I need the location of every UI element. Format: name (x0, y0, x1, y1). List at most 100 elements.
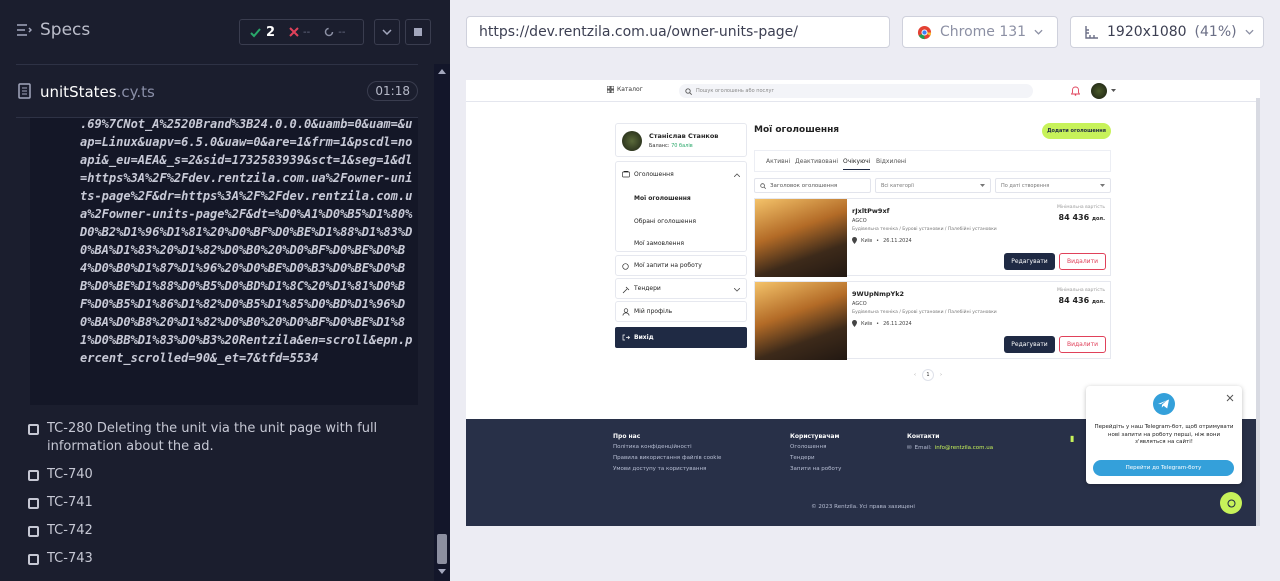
edit-button[interactable]: Редагувати (1004, 336, 1055, 353)
specs-scrollbar[interactable] (434, 64, 450, 581)
test-label: TC-742 (47, 523, 93, 538)
app-under-test: Каталог Пошук оголошень або послуг Стані… (466, 80, 1260, 526)
delete-button[interactable]: Видалити (1059, 253, 1106, 270)
specs-title-group[interactable]: Specs (16, 20, 90, 40)
test-item[interactable]: TC-741 (28, 494, 418, 512)
delete-button[interactable]: Видалити (1059, 336, 1106, 353)
logout-button[interactable]: Вихід (615, 327, 747, 348)
passed-check-icon (250, 27, 261, 38)
edit-button[interactable]: Редагувати (1004, 253, 1055, 270)
spec-file-row[interactable]: unitStates.cy.ts 01:18 (16, 64, 418, 118)
hammer-icon (622, 286, 630, 294)
menu-my-ads[interactable]: Мої оголошення (634, 195, 691, 202)
footer-privacy-link[interactable]: Політика конфіденційності (613, 444, 692, 450)
url-field[interactable]: https://dev.rentzila.com.ua/owner-units-… (466, 16, 890, 48)
test-item[interactable]: TC-743 (28, 550, 418, 568)
unit-photo[interactable] (755, 199, 847, 277)
balance-label: Баланс: (649, 143, 670, 149)
menu-my-orders[interactable]: Мої замовлення (634, 240, 684, 247)
test-item[interactable]: TC-280 Deleting the unit via the unit pa… (28, 420, 418, 456)
unit-photo[interactable] (755, 282, 847, 360)
footer-requests-link[interactable]: Запити на роботу (790, 466, 841, 472)
balance-value: 70 балів (671, 143, 693, 149)
grid-icon (607, 86, 614, 93)
tab-active[interactable]: Активні (766, 158, 790, 165)
price-label: Мінімальна вартість (1056, 288, 1105, 293)
unit-category: Будівельна техніка / Бурові установки / … (852, 227, 997, 232)
menu-tenders[interactable]: Тендери (615, 278, 747, 299)
specs-menu-icon (17, 24, 32, 36)
test-item[interactable]: TC-740 (28, 466, 418, 484)
tab-deactivated[interactable]: Деактивовані (795, 158, 838, 165)
sort-select[interactable]: По даті створення (995, 178, 1111, 193)
logout-icon (622, 334, 630, 341)
sort-value: По даті створення (1001, 183, 1050, 189)
tab-rejected[interactable]: Відхилені (876, 158, 907, 165)
footer-terms-link[interactable]: Умови доступу та користування (613, 466, 706, 472)
app-scrollbar[interactable] (1256, 98, 1260, 526)
add-ad-button[interactable]: Додати оголошення (1042, 123, 1111, 139)
footer-ads-link[interactable]: Оголошення (790, 444, 826, 450)
ads-menu-label: Оголошення (634, 171, 674, 178)
menu-fav-ads[interactable]: Обрані оголошення (634, 218, 696, 225)
test-label: TC-743 (47, 551, 93, 566)
stop-button[interactable] (405, 19, 431, 45)
catalog-button[interactable]: Каталог (607, 86, 643, 93)
unit-title: rJxltPw9xf (852, 207, 890, 215)
expand-chevron-button[interactable] (374, 19, 400, 45)
ad-title-filter-input[interactable]: Заголовок оголошення (754, 178, 871, 193)
price-currency: дол. (1091, 299, 1105, 305)
bell-icon[interactable] (1071, 86, 1080, 96)
viewport-selector[interactable]: 1920x1080 (41%) (1070, 16, 1264, 48)
footer-email: ✉ Email: info@rentzila.com.ua (907, 445, 993, 451)
menu-profile[interactable]: Мій профіль (615, 301, 747, 322)
unit-card[interactable]: rJxltPw9xf AGCO Будівельна техніка / Бур… (754, 198, 1111, 277)
test-status-icon (28, 424, 39, 435)
footer-cookies-link[interactable]: Правила використання файлів cookie (613, 455, 721, 461)
search-icon (760, 182, 766, 189)
footer-copyright: © 2023 Rentzila. Усі права захищені (811, 504, 915, 510)
pending-spinner-icon (324, 27, 334, 37)
failed-count: -- (303, 26, 311, 38)
chevron-down-icon (1100, 184, 1105, 187)
spec-file-name: unitStates.cy.ts (40, 83, 155, 101)
unit-card[interactable]: 9WUpNmpYk2 AGCO Будівельна техніка / Бур… (754, 281, 1111, 360)
unit-title: 9WUpNmpYk2 (852, 290, 905, 298)
avatar[interactable] (1091, 83, 1107, 99)
unit-date: 26.11.2024 (883, 320, 912, 327)
chevron-down-icon[interactable] (1111, 89, 1116, 92)
chevron-up-icon (734, 173, 740, 177)
test-label: TC-741 (47, 495, 93, 510)
test-status-icon (28, 470, 39, 481)
page-number[interactable]: 1 (922, 369, 934, 381)
tab-pending[interactable]: Очікуючі (843, 158, 871, 170)
email-link[interactable]: info@rentzila.com.ua (935, 445, 993, 451)
test-item[interactable]: TC-742 (28, 522, 418, 540)
search-placeholder: Пошук оголошень або послуг (696, 88, 775, 94)
specs-header: Specs 2 -- -- (0, 0, 450, 64)
footer-tenders-link[interactable]: Тендери (790, 455, 815, 461)
test-stats: 2 -- -- (239, 19, 364, 45)
test-list: TC-280 Deleting the unit via the unit pa… (28, 420, 418, 578)
site-search-input[interactable]: Пошук оголошень або послуг (679, 84, 1033, 98)
category-select[interactable]: Всі категорії (875, 178, 991, 193)
ads-icon (622, 171, 630, 178)
passed-count: 2 (266, 24, 276, 40)
file-base-name: unitStates (40, 83, 117, 101)
unit-city: Київ (861, 237, 873, 244)
menu-my-requests[interactable]: Мої запити на роботу (615, 255, 747, 276)
chat-button[interactable] (1220, 492, 1242, 514)
unit-brand: AGCO (852, 218, 867, 224)
prev-page-icon[interactable]: ‹ (914, 372, 916, 378)
next-page-icon[interactable]: › (940, 372, 942, 378)
telegram-bot-button[interactable]: Перейти до Telegram-боту (1093, 460, 1234, 476)
page-title: Мої оголошення (754, 125, 840, 135)
test-status-icon (28, 526, 39, 537)
requests-icon (622, 263, 629, 270)
filter-placeholder: Заголовок оголошення (770, 182, 838, 189)
scrollbar-thumb[interactable] (437, 534, 447, 564)
browser-selector[interactable]: Chrome 131 (902, 16, 1058, 48)
ads-menu: Оголошення Мої оголошення Обрані оголоше… (615, 161, 747, 252)
ads-menu-toggle[interactable]: Оголошення (622, 171, 674, 178)
close-icon[interactable] (1226, 394, 1234, 402)
